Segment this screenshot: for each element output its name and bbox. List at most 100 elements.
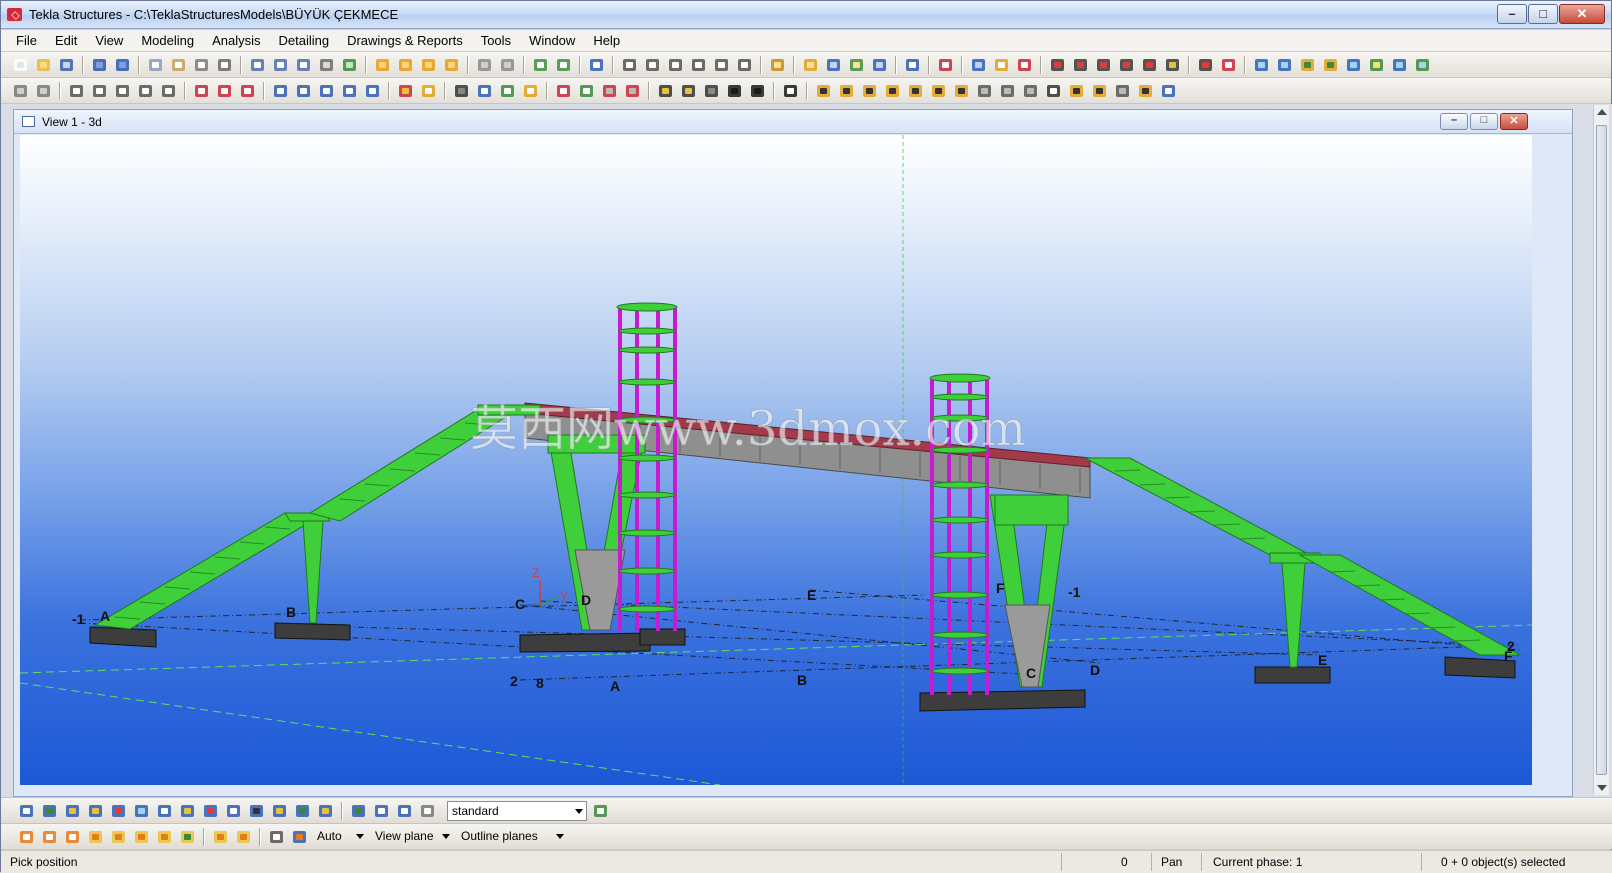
menu-view[interactable]: View — [86, 31, 132, 51]
select-cuts-icon[interactable] — [132, 802, 151, 820]
array-icon[interactable] — [870, 56, 889, 74]
arrow-left-icon[interactable] — [725, 82, 744, 100]
snap-line-icon[interactable] — [1048, 56, 1067, 74]
rebar-icon[interactable] — [554, 82, 573, 100]
measure-horizontal-icon[interactable] — [643, 56, 662, 74]
workspace-vertical-scrollbar[interactable] — [1593, 105, 1609, 795]
copy-icon[interactable] — [146, 56, 165, 74]
previous-icon[interactable] — [656, 82, 675, 100]
mirror-icon[interactable] — [847, 56, 866, 74]
select-objects-icon[interactable] — [293, 802, 312, 820]
grid-view-icon[interactable] — [294, 56, 313, 74]
zoom-icon[interactable] — [475, 56, 494, 74]
detail-grid-icon[interactable] — [1159, 82, 1178, 100]
next-icon[interactable] — [679, 82, 698, 100]
cut-icon[interactable] — [317, 56, 336, 74]
weld-icon[interactable] — [192, 82, 211, 100]
print-icon[interactable] — [192, 56, 211, 74]
add-reference-icon[interactable] — [781, 82, 800, 100]
select-icon[interactable] — [340, 56, 359, 74]
binoculars-find-icon[interactable] — [702, 82, 721, 100]
select-parts-icon[interactable] — [63, 802, 82, 820]
inquire-list-icon[interactable] — [1390, 56, 1409, 74]
plate-icon[interactable] — [11, 82, 30, 100]
assembly-icon[interactable] — [396, 56, 415, 74]
snap-plane-icon[interactable] — [290, 828, 309, 846]
select-distances-icon[interactable] — [247, 802, 266, 820]
properties-icon[interactable] — [215, 56, 234, 74]
view-icon[interactable] — [248, 56, 267, 74]
measure-vertical-icon[interactable] — [666, 56, 685, 74]
undo-icon[interactable] — [90, 56, 109, 74]
snap-intersection-icon[interactable] — [1140, 56, 1159, 74]
polybeam-icon[interactable] — [113, 82, 132, 100]
menu-help[interactable]: Help — [584, 31, 629, 51]
snap-geometry-icon[interactable] — [40, 828, 59, 846]
snap-mid-icon[interactable] — [1094, 56, 1113, 74]
menu-detailing[interactable]: Detailing — [270, 31, 339, 51]
minimize-button[interactable]: – — [1497, 4, 1527, 24]
inquire-bolt-icon[interactable] — [1321, 56, 1340, 74]
select-surface-icon[interactable] — [86, 802, 105, 820]
snap-any-icon[interactable] — [178, 828, 197, 846]
pick-icon[interactable] — [768, 56, 787, 74]
binoculars-icon[interactable] — [452, 82, 471, 100]
help-query-icon[interactable] — [587, 56, 606, 74]
detail-bracing-icon[interactable] — [952, 82, 971, 100]
detail-ladder-icon[interactable] — [1136, 82, 1155, 100]
measure-icon[interactable] — [620, 56, 639, 74]
snap-free-icon[interactable] — [1196, 56, 1215, 74]
snap-triangle-icon[interactable] — [86, 828, 105, 846]
copy-object-icon[interactable] — [801, 56, 820, 74]
pan-icon[interactable] — [554, 56, 573, 74]
select-component-objects-icon[interactable] — [395, 802, 414, 820]
concrete-column-icon[interactable] — [271, 82, 290, 100]
concrete-polybeam-icon[interactable] — [317, 82, 336, 100]
reference-icon[interactable] — [498, 82, 517, 100]
bolt-icon[interactable] — [215, 82, 234, 100]
snap-circle-point-icon[interactable] — [63, 828, 82, 846]
column-icon[interactable] — [67, 82, 86, 100]
cut-part-icon[interactable] — [238, 82, 257, 100]
view-title-bar[interactable]: View 1 - 3d – □ ✕ — [14, 110, 1572, 134]
snap-end-icon[interactable] — [1071, 56, 1090, 74]
rebar-mesh-icon[interactable] — [600, 82, 619, 100]
inquire-report-icon[interactable] — [1413, 56, 1432, 74]
snap-intersect-icon[interactable] — [109, 828, 128, 846]
menu-analysis[interactable]: Analysis — [203, 31, 269, 51]
arrow-right-icon[interactable] — [748, 82, 767, 100]
select-reinforcement-icon[interactable] — [201, 802, 220, 820]
open-model-icon[interactable] — [34, 56, 53, 74]
new-model-icon[interactable] — [11, 56, 30, 74]
select-points-icon[interactable] — [40, 802, 59, 820]
concrete-beam-icon[interactable] — [294, 82, 313, 100]
component-icon[interactable] — [396, 82, 415, 100]
snap-nearest-icon[interactable] — [155, 828, 174, 846]
macro-icon[interactable] — [969, 56, 988, 74]
clash-check-icon[interactable] — [903, 56, 922, 74]
menu-drawings-reports[interactable]: Drawings & Reports — [338, 31, 472, 51]
select-bolts-icon[interactable] — [178, 802, 197, 820]
detail-arch-icon[interactable] — [1067, 82, 1086, 100]
move-object-icon[interactable] — [824, 56, 843, 74]
inquire-weld-icon[interactable] — [1298, 56, 1317, 74]
detail-stair-icon[interactable] — [814, 82, 833, 100]
select-grid-icon[interactable] — [316, 802, 335, 820]
detail-roof-icon[interactable] — [975, 82, 994, 100]
snap-point-icon[interactable] — [1163, 56, 1182, 74]
selection-filter-dropdown[interactable]: standard — [447, 801, 587, 821]
snap-circle-icon[interactable] — [1219, 56, 1238, 74]
paste-icon[interactable] — [169, 56, 188, 74]
select-cast-unit-icon[interactable] — [418, 802, 437, 820]
plane-dropdown[interactable]: View plane — [371, 827, 453, 847]
concrete-slab-icon[interactable] — [363, 82, 382, 100]
detail-truss-icon[interactable] — [837, 82, 856, 100]
detail-girt-icon[interactable] — [1021, 82, 1040, 100]
detail-base-icon[interactable] — [883, 82, 902, 100]
select-welds-icon[interactable] — [109, 802, 128, 820]
wizard-icon[interactable] — [992, 56, 1011, 74]
beam-icon[interactable] — [90, 82, 109, 100]
detail-beam-icon[interactable] — [929, 82, 948, 100]
concrete-panel-icon[interactable] — [340, 82, 359, 100]
scroll-thumb[interactable] — [1596, 125, 1607, 775]
